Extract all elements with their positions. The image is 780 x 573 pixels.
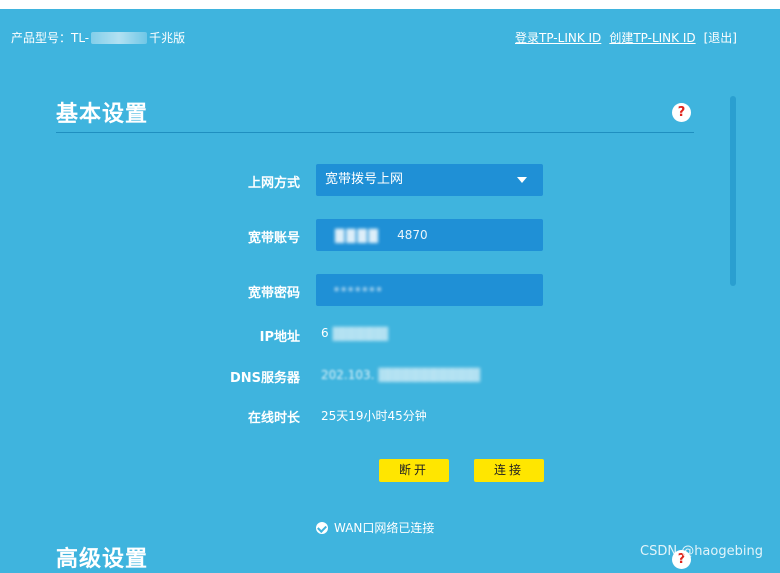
account-label: 宽带账号 xyxy=(247,231,300,246)
login-tplink-id-link[interactable]: 登录TP-LINK ID xyxy=(515,31,601,45)
dns-label: DNS服务器 xyxy=(229,371,300,386)
advanced-settings-title: 高级设置 xyxy=(56,547,149,572)
product-model: 产品型号：TL- 千兆版 xyxy=(11,29,185,46)
logout-link[interactable]: [退出] xyxy=(704,31,737,45)
ip-value-wrap: 6 ██████ xyxy=(321,326,388,341)
disconnect-button[interactable]: 断开 xyxy=(379,459,449,482)
check-circle-icon xyxy=(316,522,328,534)
connect-button[interactable]: 连接 xyxy=(474,459,544,482)
connection-mode-select[interactable]: 宽带拨号上网 xyxy=(316,164,543,196)
password-value: ••••••• xyxy=(333,283,383,297)
help-icon[interactable]: ? xyxy=(672,103,691,122)
connection-mode-label: 上网方式 xyxy=(247,176,300,191)
password-label: 宽带密码 xyxy=(247,286,300,301)
top-white-bar xyxy=(0,0,780,9)
account-redacted: ████ xyxy=(335,228,380,243)
chevron-down-icon xyxy=(517,177,527,183)
uptime-label: 在线时长 xyxy=(247,411,300,426)
dns-redacted: ███████████ xyxy=(378,367,480,382)
product-model-redacted xyxy=(91,32,148,44)
account-value: 4870 xyxy=(397,228,428,242)
product-model-suffix: 千兆版 xyxy=(149,31,186,45)
create-tplink-id-link[interactable]: 创建TP-LINK ID xyxy=(609,31,695,45)
header: 产品型号：TL- 千兆版 登录TP-LINK ID 创建TP-LINK ID [退出] xyxy=(0,9,780,61)
ip-label: IP地址 xyxy=(259,330,300,345)
basic-settings-title: 基本设置 xyxy=(56,102,149,127)
product-model-label: 产品型号：TL- xyxy=(11,31,90,45)
wan-status: WAN口网络已连接 xyxy=(316,519,434,536)
scrollbar[interactable] xyxy=(730,96,736,286)
uptime-value: 25天19小时45分钟 xyxy=(321,409,427,423)
password-input[interactable]: ••••••• xyxy=(316,274,543,306)
header-links: 登录TP-LINK ID 创建TP-LINK ID [退出] xyxy=(507,29,737,46)
dns-value-wrap: 202.103. ███████████ xyxy=(321,367,480,382)
section-divider xyxy=(56,132,694,133)
ip-redacted: ██████ xyxy=(332,326,389,341)
dns-value: 202.103. xyxy=(321,367,375,382)
connection-mode-value: 宽带拨号上网 xyxy=(325,172,404,187)
ip-value: 6 xyxy=(321,326,329,340)
watermark: CSDN @haogebing xyxy=(640,544,763,559)
account-input[interactable]: ████ 4870 xyxy=(316,219,543,251)
wan-status-text: WAN口网络已连接 xyxy=(334,521,435,535)
